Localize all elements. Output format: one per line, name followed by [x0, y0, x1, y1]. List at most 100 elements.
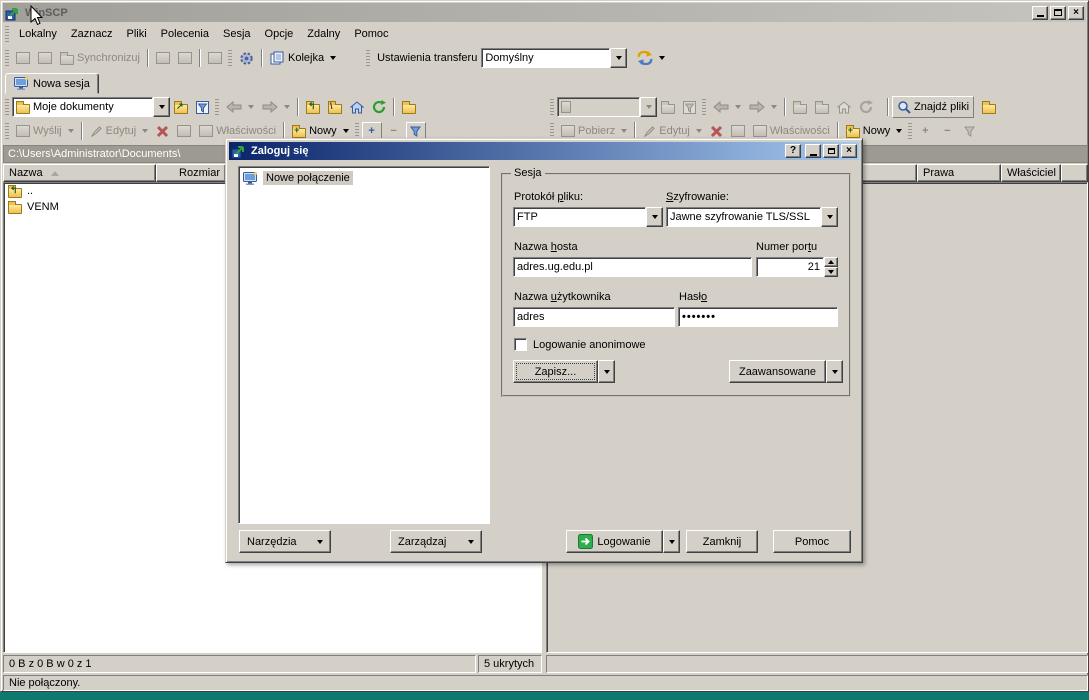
- toolbar-grip[interactable]: [5, 50, 9, 67]
- menu-zaznacz[interactable]: Zaznacz: [64, 25, 120, 43]
- anonymous-label[interactable]: Logowanie anonimowe: [533, 339, 646, 351]
- remote-refresh-button: [855, 96, 877, 118]
- connection-status: Nie połączony.: [9, 677, 80, 689]
- protocol-label: Protokół pliku:: [514, 191, 583, 203]
- site-list[interactable]: Nowe połączenie: [238, 166, 490, 524]
- dialog-maximize-button[interactable]: [823, 144, 839, 158]
- local-edit-button: Edytuj: [86, 120, 153, 142]
- menu-polecenia[interactable]: Polecenia: [154, 25, 216, 43]
- advanced-dropdown-button[interactable]: [826, 360, 843, 383]
- local-filter-button[interactable]: [192, 96, 213, 118]
- login-dropdown-button[interactable]: [663, 530, 680, 553]
- fullscreen-icon: [208, 52, 222, 64]
- maximize-button[interactable]: [1050, 6, 1066, 20]
- transfer-options-button[interactable]: [633, 47, 669, 69]
- local-drive-combo[interactable]: Moje dokumenty: [12, 97, 170, 117]
- dialog-minimize-button[interactable]: [805, 144, 821, 158]
- dialog-titlebar[interactable]: Zaloguj się ? ×: [229, 142, 859, 160]
- sync-browsing-toggle[interactable]: [978, 96, 1000, 118]
- encryption-combo[interactable]: Jawne szyfrowanie TLS/SSL: [666, 207, 838, 227]
- protocol-combo[interactable]: FTP: [513, 207, 663, 227]
- menu-pliki[interactable]: Pliki: [120, 25, 154, 43]
- local-drive-dropdown[interactable]: [153, 97, 170, 117]
- manage-button[interactable]: Zarządzaj: [390, 530, 482, 553]
- password-input[interactable]: [678, 307, 838, 327]
- advanced-button[interactable]: Zaawansowane: [729, 360, 826, 383]
- folder-up-grey-icon: [793, 104, 807, 114]
- encryption-value[interactable]: Jawne szyfrowanie TLS/SSL: [666, 207, 821, 227]
- menu-opcje[interactable]: Opcje: [258, 25, 301, 43]
- column-header-rights[interactable]: Prawa: [917, 164, 1001, 182]
- local-home-dir-button[interactable]: [346, 96, 368, 118]
- local-open-dir-button[interactable]: ↗: [170, 96, 192, 118]
- protocol-value[interactable]: FTP: [513, 207, 646, 227]
- protocol-dropdown[interactable]: [646, 207, 663, 227]
- menu-zdalny[interactable]: Zdalny: [300, 25, 347, 43]
- save-dropdown-button[interactable]: [598, 360, 615, 383]
- pencil-grey-icon: [643, 125, 656, 138]
- local-refresh-button[interactable]: [368, 96, 390, 118]
- preferences-button[interactable]: [235, 47, 258, 69]
- remote-select-plus-button: +: [915, 122, 935, 140]
- column-header-size[interactable]: Rozmiar: [156, 164, 226, 182]
- anonymous-checkbox[interactable]: [514, 338, 527, 351]
- refresh-icon: [372, 100, 386, 114]
- transfer-arrows-icon: [637, 51, 653, 65]
- column-header-owner[interactable]: Właściciel: [1001, 164, 1061, 182]
- window-titlebar[interactable]: WinSCP ×: [3, 3, 1086, 22]
- menu-sesja[interactable]: Sesja: [216, 25, 258, 43]
- local-copy-path-button[interactable]: [398, 96, 420, 118]
- login-button[interactable]: Logowanie: [566, 530, 663, 553]
- column-header-name[interactable]: Nazwa: [3, 164, 156, 182]
- local-hidden-count[interactable]: 5 ukrytych: [478, 655, 542, 673]
- dialog-title: Zaloguj się: [251, 145, 308, 157]
- transfer-settings-value[interactable]: Domyślny: [481, 48, 610, 68]
- filter-grey-icon: [683, 101, 696, 114]
- gear-icon: [239, 51, 254, 66]
- desktop: WinSCP × Lokalny Zaznacz Pliki Polecenia…: [0, 0, 1089, 700]
- refresh-grey-icon: [859, 100, 873, 114]
- local-parent-dir-button[interactable]: ↰: [302, 96, 324, 118]
- menu-grip[interactable]: [5, 26, 9, 43]
- transfer-settings-dropdown[interactable]: [610, 48, 627, 68]
- close-button[interactable]: ×: [1068, 6, 1084, 20]
- save-button[interactable]: Zapisz...: [513, 360, 598, 383]
- close-dialog-button[interactable]: Zamknij: [686, 530, 758, 553]
- tab-new-session[interactable]: Nowa sesja: [5, 73, 99, 94]
- transfer-options-caret[interactable]: [659, 56, 665, 60]
- help-button[interactable]: Pomoc: [773, 530, 851, 553]
- host-input[interactable]: [513, 257, 752, 277]
- dialog-close-button[interactable]: ×: [841, 144, 857, 158]
- dialog-app-icon: [231, 143, 247, 159]
- port-label: Numer portu: [756, 241, 817, 253]
- minimize-button[interactable]: [1032, 6, 1048, 20]
- transfer-settings-combo[interactable]: Domyślny: [481, 48, 627, 68]
- window-controls: ×: [1032, 6, 1084, 20]
- local-drive-value[interactable]: Moje dokumenty: [33, 101, 114, 113]
- winscp-app-icon: [5, 5, 21, 21]
- download-icon: [561, 125, 575, 137]
- port-input[interactable]: [756, 257, 824, 277]
- queue-button[interactable]: Kolejka: [266, 47, 340, 69]
- port-spinner[interactable]: [756, 257, 838, 277]
- sync-browsing-button: [34, 47, 56, 69]
- rename-icon: [177, 125, 191, 137]
- open-folder-grey-icon: [661, 104, 675, 114]
- port-up-button[interactable]: [824, 257, 838, 267]
- menu-pomoc[interactable]: Pomoc: [347, 25, 395, 43]
- local-forward-button: [258, 96, 294, 118]
- tools-button[interactable]: Narzędzia: [239, 530, 331, 553]
- encryption-label: Szyfrowanie:: [666, 191, 729, 203]
- dialog-help-button[interactable]: ?: [785, 144, 801, 158]
- encryption-dropdown[interactable]: [821, 207, 838, 227]
- username-input[interactable]: [513, 307, 675, 327]
- local-root-dir-button[interactable]: \: [324, 96, 346, 118]
- menu-bar: Lokalny Zaznacz Pliki Polecenia Sesja Op…: [3, 24, 1086, 44]
- site-item-label[interactable]: Nowe połączenie: [263, 171, 353, 185]
- monitor-icon: [14, 77, 29, 90]
- port-down-button[interactable]: [824, 267, 838, 277]
- find-files-button[interactable]: Znajdź pliki: [892, 96, 974, 118]
- site-item-new-connection[interactable]: Nowe połączenie: [239, 167, 489, 187]
- queue-dropdown-caret[interactable]: [330, 56, 336, 60]
- delete-x-grey-icon: [710, 125, 723, 138]
